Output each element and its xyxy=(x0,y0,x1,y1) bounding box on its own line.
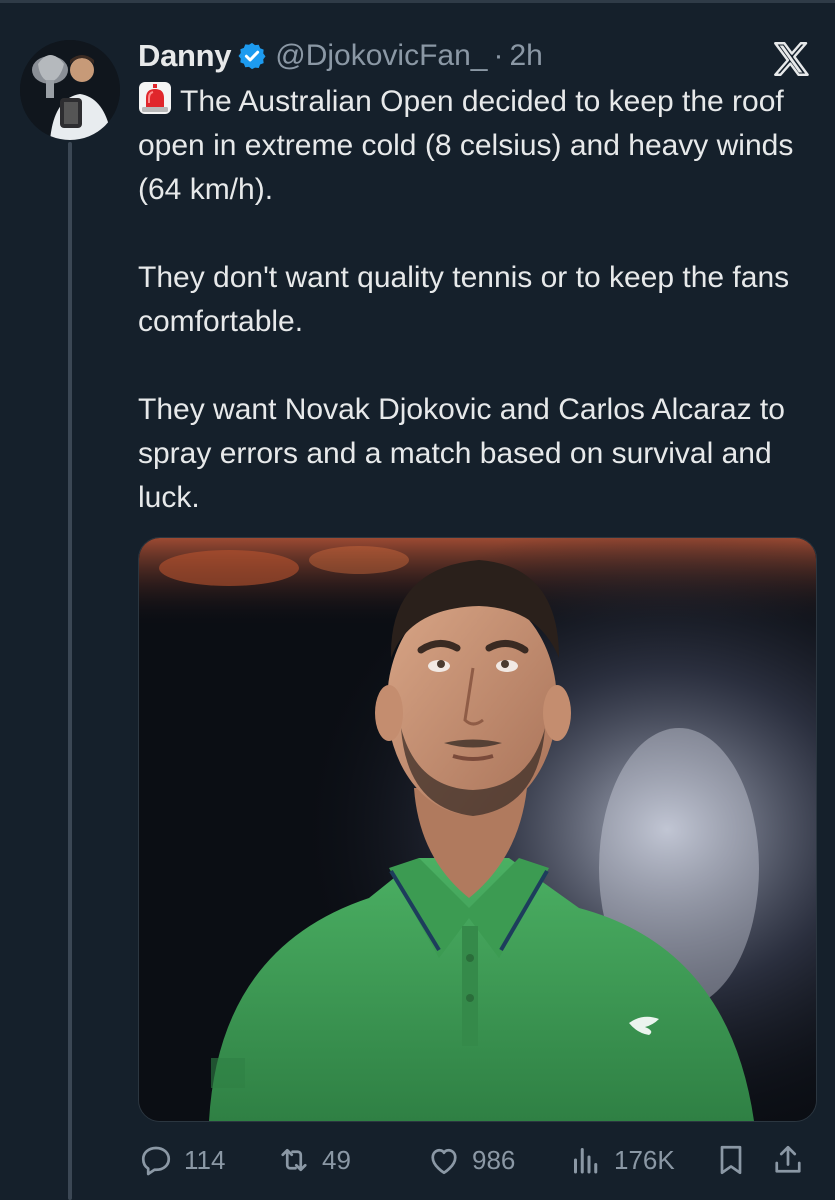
views-count: 176K xyxy=(614,1144,675,1175)
action-bar: 114 49 986 176K xyxy=(138,1138,815,1182)
top-divider xyxy=(0,0,835,3)
reply-icon xyxy=(141,1146,171,1176)
share-icon xyxy=(775,1145,801,1173)
bookmark-icon xyxy=(720,1145,742,1175)
tweet-header: Danny @DjokovicFan_ · 2h xyxy=(138,36,543,76)
tweet-paragraph-1-text: The Australian Open decided to keep the … xyxy=(138,85,794,206)
tweet-text: The Australian Open decided to keep the … xyxy=(138,80,828,520)
reply-button[interactable]: 114 xyxy=(138,1138,225,1182)
views-chart-icon xyxy=(574,1148,598,1174)
views-button[interactable]: 176K xyxy=(568,1138,675,1182)
tweet-paragraph-2: They don't want quality tennis or to kee… xyxy=(138,261,790,338)
display-name[interactable]: Danny xyxy=(138,38,232,74)
avatar[interactable] xyxy=(20,40,120,140)
tweet-paragraph-3: They want Novak Djokovic and Carlos Alca… xyxy=(138,393,785,514)
rotating-light-emoji-icon xyxy=(138,81,172,115)
tweet-paragraph-1: The Australian Open decided to keep the … xyxy=(138,80,828,212)
retweet-icon xyxy=(281,1148,307,1172)
retweet-button[interactable]: 49 xyxy=(276,1138,351,1182)
heart-icon xyxy=(431,1148,457,1175)
like-button[interactable]: 986 xyxy=(426,1138,515,1182)
reply-count: 114 xyxy=(184,1144,226,1175)
tweet-media-photo[interactable] xyxy=(138,537,817,1122)
separator-dot: · xyxy=(493,39,504,72)
handle[interactable]: @DjokovicFan_ xyxy=(275,39,487,73)
timestamp[interactable]: 2h xyxy=(509,39,542,73)
thread-line xyxy=(68,142,72,1200)
bookmark-button[interactable] xyxy=(713,1138,749,1182)
verified-badge-icon xyxy=(237,41,267,71)
x-logo-icon[interactable] xyxy=(770,38,812,80)
like-count: 986 xyxy=(472,1144,516,1175)
tweet-card[interactable]: Danny @DjokovicFan_ · 2h The Australian … xyxy=(0,0,835,1200)
retweet-count: 49 xyxy=(322,1144,351,1175)
share-button[interactable] xyxy=(770,1138,806,1182)
